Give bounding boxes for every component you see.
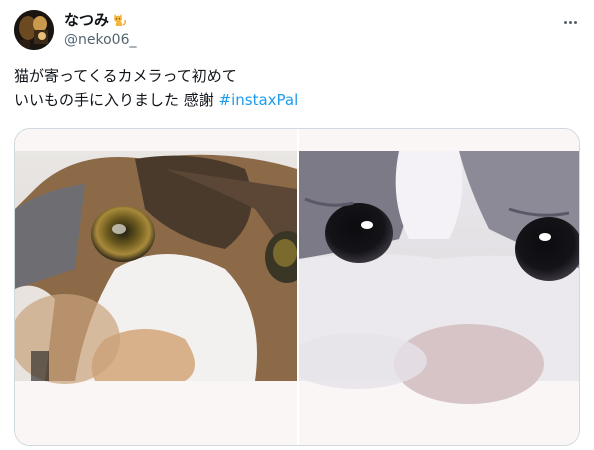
tweet-line-2-text: いいもの手に入りました 感謝 [14,91,219,109]
avatar-image [14,10,54,50]
media-card [14,128,580,446]
tweet-text: 猫が寄ってくるカメラって初めて いいもの手に入りました 感謝 #instaxPa… [14,64,574,112]
hashtag-link[interactable]: #instaxPal [219,91,299,109]
more-dot-3 [573,20,577,24]
display-name-text: なつみ [64,11,110,29]
photo-calico-cat[interactable] [15,129,297,445]
more-horizontal-icon [563,20,567,24]
gray-white-cat-image [299,129,579,445]
user-handle[interactable]: @neko06_ [64,31,136,49]
more-options-button[interactable] [560,12,580,32]
display-name[interactable]: なつみ [64,10,127,30]
tweet-line-1: 猫が寄ってくるカメラって初めて [14,67,237,85]
tweet-line-2: いいもの手に入りました 感謝 #instaxPal [14,88,574,112]
photo-gray-white-cat[interactable] [299,129,579,445]
more-dot-2 [568,20,572,24]
avatar[interactable] [14,10,54,50]
cat-emoji-icon [114,14,127,26]
calico-cat-image [15,129,297,445]
